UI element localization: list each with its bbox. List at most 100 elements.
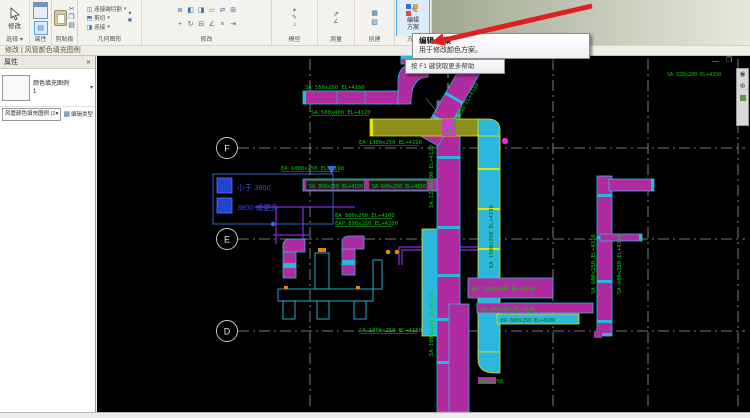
edit-type-icon: ▦	[63, 110, 70, 118]
trim-icon[interactable]: ⊟	[198, 21, 204, 29]
panel-label-modify[interactable]: 修改	[142, 36, 271, 45]
panel-geometry: ◫ 连接端切割▾ ⬒ 剪切▾ ◨ 连接▾ ✦ ✱	[78, 0, 142, 45]
chevron-down-icon: ▾	[124, 6, 127, 12]
cut-geometry-button[interactable]: ⬒ 剪切▾	[87, 14, 127, 22]
chevron-down-icon: ▾	[56, 109, 59, 120]
modify-button[interactable]: 修改	[8, 7, 21, 30]
paste-button[interactable]	[54, 10, 67, 26]
duct-label: SA 1000x250 EL+4150	[429, 293, 435, 356]
duct-label: SA 1000x250 EL+4150	[359, 328, 422, 334]
legend-swatch-2	[217, 198, 232, 213]
duct-label: SA 600x250 EL+4310	[591, 234, 597, 294]
mirror-axis-icon[interactable]: ◨	[198, 7, 205, 15]
array-icon[interactable]: ⊞	[230, 7, 236, 15]
grid-bubbles[interactable]: F E D	[217, 138, 238, 342]
edit-type-button[interactable]: ▦ 编辑类型	[63, 110, 93, 118]
split-icon[interactable]: ⇄	[220, 7, 226, 15]
view-minimize-icon[interactable]: —	[712, 58, 719, 65]
create-group-icon[interactable]: ▦	[371, 10, 378, 18]
duct-label: SA 550x250 EL+4150	[305, 85, 365, 91]
angle-dimension-icon[interactable]: ∠	[333, 19, 338, 26]
panel-label-measure[interactable]: 测量	[318, 36, 354, 45]
properties-palette: 属性 ✕ 颜色填充图例 1 ▾ 风管颜色填充图例 (1 ▾ ▦ 编辑类型	[0, 56, 96, 412]
panel-model: ✶ ✎ ⌂ 模型	[272, 0, 318, 45]
pencil-icon: ✎	[412, 7, 419, 14]
duct-label: SA 500x400 EL+4120	[481, 307, 535, 313]
panel-label-create[interactable]: 创建	[355, 36, 394, 45]
duct-label: SA 350x250 EL+4150	[309, 184, 363, 190]
edit-scheme-button[interactable]: ✎ 编辑 方案	[396, 0, 430, 36]
duct-annotations: SA 550x250 EL+4150 SA 500x400 EL+4120 EA…	[281, 72, 721, 385]
panel-label-properties[interactable]: 属性	[30, 36, 51, 45]
rotate-icon[interactable]: ↻	[188, 21, 194, 29]
panel-label-select[interactable]: 选择 ▾	[0, 36, 29, 45]
mirror-pick-icon[interactable]: ▱	[209, 7, 214, 15]
cut-icon[interactable]: ✂	[68, 6, 75, 14]
extend-icon[interactable]: ⇥	[230, 21, 236, 29]
offset-icon[interactable]: ◧	[187, 7, 194, 15]
cope-button[interactable]: ◫ 连接端切割▾	[87, 5, 127, 13]
chevron-down-icon[interactable]: ▾	[90, 84, 93, 91]
duct-label: SA 600x250 EL+4150	[372, 184, 426, 190]
type-name: 1	[33, 88, 87, 96]
duct-label: EA 1000x400 EL+4110	[472, 287, 535, 293]
match-type-icon[interactable]: ▤	[68, 22, 75, 30]
type-selector[interactable]: 颜色填充图例 1 ▾	[0, 69, 95, 107]
status-bar	[0, 412, 750, 418]
zoom-icon[interactable]: ⊕	[740, 83, 746, 91]
context-bar: 修改 | 风管颜色填充图例	[0, 45, 750, 56]
panel-select: 修改 选择 ▾	[0, 0, 30, 45]
legend-entry-label: 3800 或更多	[237, 202, 279, 212]
duct-label: EAP 800x250 EL+4200	[335, 221, 398, 227]
tooltip-description: 用于修改颜色方案。	[419, 46, 583, 55]
legend-entry-label: 小于 3800	[237, 183, 271, 192]
cursor-icon	[9, 7, 21, 20]
panel-modify: ≣ ◧ ◨ ▱ ⇄ ⊞ + ↻ ⊟ ∠ × ⇥ 修改	[142, 0, 272, 45]
align-icon[interactable]: ≣	[177, 7, 183, 15]
filter-combo[interactable]: 风管颜色填充图例 (1 ▾	[2, 108, 61, 121]
delete-icon[interactable]: ×	[220, 21, 224, 29]
duct-label: EA 800x250 EL+4100	[335, 213, 395, 219]
copy-icon[interactable]: ❐	[68, 14, 75, 22]
color-fill-legend[interactable]: 小于 3800 3800 或更多	[213, 166, 336, 226]
ribbon: 修改 选择 ▾ ▤ 属性 ✂ ❐ ▤ 剪贴板	[0, 0, 750, 45]
properties-palette-button[interactable]	[33, 2, 48, 19]
panel-label-clipboard[interactable]: 剪贴板	[52, 36, 77, 45]
properties-title: 属性	[4, 57, 18, 67]
move-grip[interactable]	[271, 222, 275, 226]
pin-icon[interactable]: ∠	[209, 21, 215, 29]
edit-scheme-icon: ✎	[406, 4, 421, 17]
model-group-icon[interactable]: ⌂	[293, 22, 297, 29]
view-restore-icon[interactable]: ❐	[726, 57, 732, 64]
panel-measure: ⇗ ∠ 测量	[318, 0, 355, 45]
panel-properties: ▤ 属性	[30, 0, 52, 45]
drawing-area[interactable]: F E D	[97, 56, 750, 412]
duct-label: EA 1300x250 EL+4190	[359, 140, 422, 146]
create-similar-icon[interactable]: ▧	[371, 19, 378, 27]
move-icon[interactable]: +	[178, 21, 182, 29]
navigation-bar[interactable]: ◉ ⊕	[736, 68, 749, 126]
magenta-point	[502, 138, 508, 144]
navbar-badge	[740, 95, 746, 101]
close-icon[interactable]: ✕	[86, 59, 91, 66]
steering-wheel-icon[interactable]: ◉	[739, 71, 745, 79]
panel-clipboard: ✂ ❐ ▤ 剪贴板	[52, 0, 78, 45]
panel-create: ▦ ▧ 创建	[355, 0, 395, 45]
measure-icon[interactable]: ⇗	[333, 11, 339, 19]
family-name: 颜色填充图例	[33, 80, 87, 88]
chevron-down-icon: ▾	[107, 24, 110, 30]
model-line-icon[interactable]: ✎	[292, 15, 297, 22]
duct-label: SA 500x400 EL+4120	[311, 110, 371, 116]
paint-icon[interactable]: ✦	[127, 11, 132, 18]
join-geometry-button[interactable]: ◨ 连接▾	[87, 23, 127, 31]
active-type-button[interactable]: ▤	[34, 21, 48, 35]
duct-label: EA 1000x250 EL+4190	[489, 205, 495, 268]
demolish-icon[interactable]: ✱	[127, 18, 132, 25]
modify-button-label: 修改	[8, 20, 21, 30]
panel-label-model[interactable]: 模型	[272, 36, 317, 45]
panel-label-geometry[interactable]: 几何图形	[78, 36, 141, 45]
duct-label: SA 600x250 EL+4310	[617, 234, 623, 294]
legend-swatch-1	[217, 178, 232, 193]
grid-bubble-e-label: E	[224, 235, 230, 245]
lightbulb-icon[interactable]: ✶	[292, 8, 297, 15]
